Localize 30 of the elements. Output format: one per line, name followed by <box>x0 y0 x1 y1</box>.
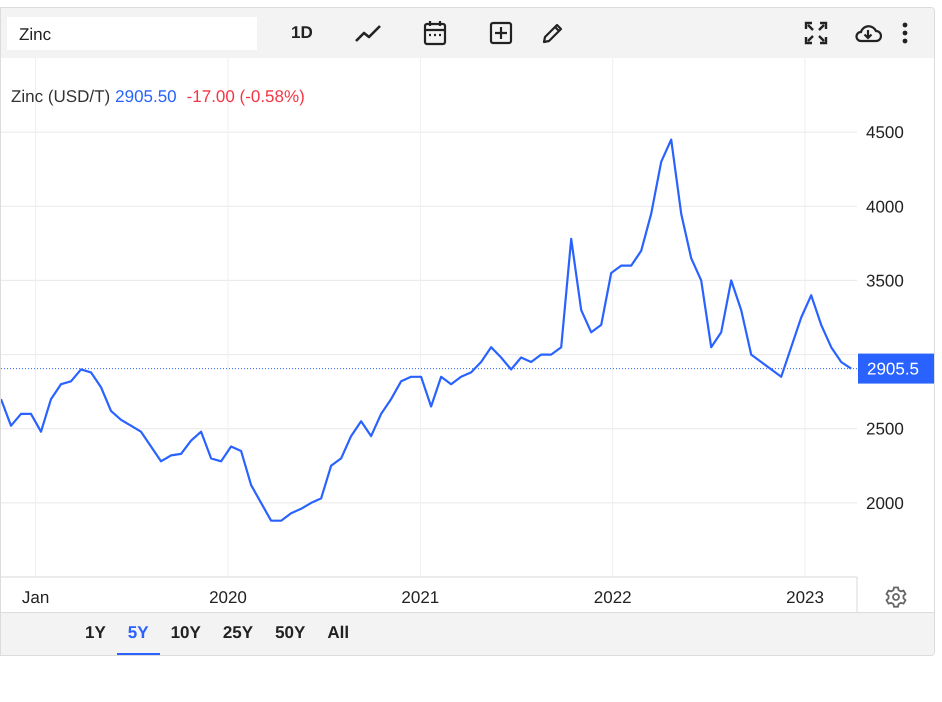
line-chart-icon[interactable] <box>354 23 381 43</box>
fullscreen-icon[interactable] <box>804 21 828 45</box>
range-tab[interactable]: 1Y <box>74 613 117 655</box>
y-axis-label: 3500 <box>866 271 904 290</box>
range-tab[interactable]: 5Y <box>116 613 160 655</box>
search-field[interactable]: Zinc <box>7 16 257 50</box>
pencil-icon[interactable] <box>540 21 565 45</box>
y-axis-label: 4500 <box>866 123 904 142</box>
y-axis-label: 4000 <box>866 197 904 216</box>
add-icon[interactable] <box>488 21 513 45</box>
range-tab[interactable]: All <box>316 613 360 655</box>
x-axis-label: Jan <box>22 588 50 607</box>
interval-button[interactable]: 1D <box>287 20 317 46</box>
symbol-label: Zinc (USD/T) <box>11 86 110 108</box>
price-value: 2905.50 <box>115 86 177 108</box>
y-axis-label: 2500 <box>866 420 904 439</box>
calendar-icon[interactable] <box>422 20 447 46</box>
price-marker-label: 2905.5 <box>867 360 919 379</box>
x-axis-label: 2020 <box>209 588 247 607</box>
x-axis-label: 2022 <box>594 588 632 607</box>
more-icon[interactable] <box>902 22 908 44</box>
y-axis-label: 2000 <box>866 494 904 513</box>
range-tab[interactable]: 50Y <box>264 613 316 655</box>
settings-icon[interactable] <box>885 586 907 608</box>
price-change: -17.00 (-0.58%) <box>186 86 305 108</box>
x-axis-label: 2021 <box>401 588 440 607</box>
range-tab[interactable]: 25Y <box>212 613 264 655</box>
range-tab[interactable]: 10Y <box>160 613 212 655</box>
x-axis-label: 2023 <box>786 588 824 607</box>
cloud-download-icon[interactable] <box>854 22 882 44</box>
